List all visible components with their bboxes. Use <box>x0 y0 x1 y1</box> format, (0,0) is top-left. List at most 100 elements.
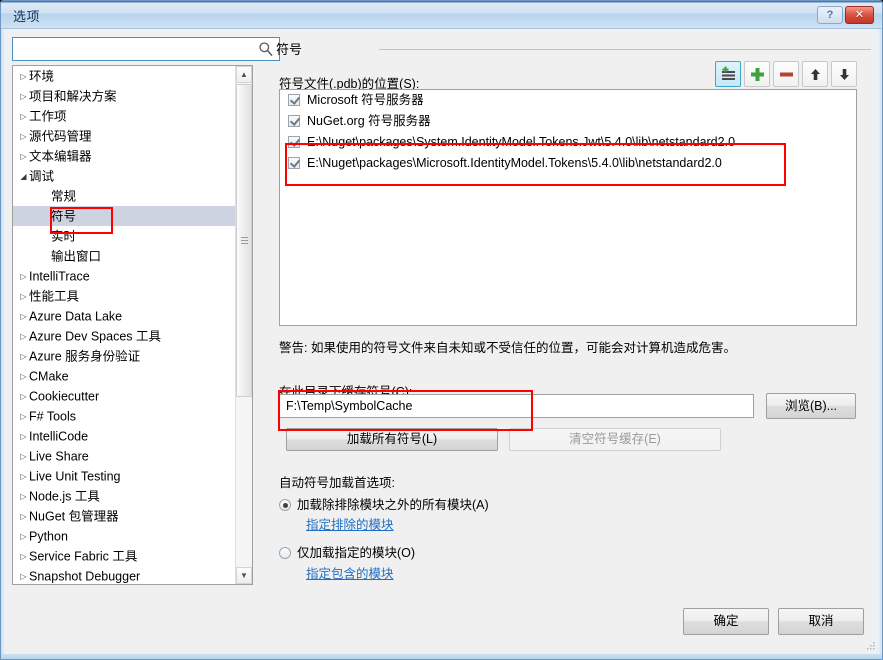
checkbox-checked-icon[interactable] <box>288 157 300 169</box>
search-input[interactable] <box>17 40 253 60</box>
chevron-right-icon[interactable]: ▷ <box>18 387 29 407</box>
search-box[interactable] <box>12 37 280 61</box>
scrollbar-thumb[interactable] <box>236 84 252 397</box>
sidebar-item-3[interactable]: ▷ 源代码管理 <box>13 126 252 146</box>
chevron-right-icon[interactable]: ▷ <box>18 127 29 147</box>
sidebar-item-label: Azure Dev Spaces 工具 <box>29 329 161 344</box>
sidebar-item-25[interactable]: ▷ Snapshot Debugger <box>13 566 252 584</box>
close-button[interactable]: ✕ <box>845 6 874 24</box>
sidebar-item-23[interactable]: ▷ Python <box>13 526 252 546</box>
sidebar-item-21[interactable]: ▷ Node.js 工具 <box>13 486 252 506</box>
sidebar-item-label: CMake <box>29 369 69 384</box>
sidebar-item-9[interactable]: 输出窗口 <box>13 246 252 266</box>
sidebar-item-14[interactable]: ▷ Azure 服务身份验证 <box>13 346 252 366</box>
browse-button[interactable]: 浏览(B)... <box>766 393 856 419</box>
chevron-right-icon[interactable]: ▷ <box>18 267 29 287</box>
chevron-right-icon[interactable]: ▷ <box>18 327 29 347</box>
chevron-right-icon[interactable]: ▷ <box>18 287 29 307</box>
remove-location-button[interactable] <box>773 61 799 87</box>
tree-scrollbar[interactable]: ▲ ▼ <box>235 66 252 584</box>
sidebar-item-label: 符号 <box>51 209 77 224</box>
sidebar-item-12[interactable]: ▷ Azure Data Lake <box>13 306 252 326</box>
checkbox-checked-icon[interactable] <box>288 115 300 127</box>
chevron-right-icon[interactable]: ▷ <box>18 307 29 327</box>
chevron-right-icon[interactable]: ▷ <box>18 467 29 487</box>
checkbox-checked-icon[interactable] <box>288 94 300 106</box>
radio-load-only-specified[interactable]: 仅加载指定的模块(O) <box>279 542 415 561</box>
chevron-right-icon[interactable]: ▷ <box>18 447 29 467</box>
chevron-down-icon[interactable]: ◢ <box>18 167 29 187</box>
move-down-button[interactable] <box>831 61 857 87</box>
sidebar-item-10[interactable]: ▷ IntelliTrace <box>13 266 252 286</box>
sidebar-item-2[interactable]: ▷ 工作项 <box>13 106 252 126</box>
chevron-right-icon[interactable]: ▷ <box>18 347 29 367</box>
chevron-right-icon[interactable]: ▷ <box>18 407 29 427</box>
help-button[interactable]: ? <box>817 6 843 24</box>
chevron-right-icon[interactable]: ▷ <box>18 507 29 527</box>
sidebar-item-24[interactable]: ▷ Service Fabric 工具 <box>13 546 252 566</box>
sidebar-item-1[interactable]: ▷ 项目和解决方案 <box>13 86 252 106</box>
sidebar-item-8[interactable]: 实时 <box>13 226 252 246</box>
search-icon <box>259 42 273 57</box>
add-icon <box>745 62 769 86</box>
sidebar-item-15[interactable]: ▷ CMake <box>13 366 252 386</box>
symbol-location-row[interactable]: Microsoft 符号服务器 <box>280 90 856 111</box>
sidebar-item-label: IntelliCode <box>29 429 89 444</box>
chevron-right-icon[interactable]: ▷ <box>18 427 29 447</box>
sidebar-item-22[interactable]: ▷ NuGet 包管理器 <box>13 506 252 526</box>
sidebar-item-label: Node.js 工具 <box>29 489 100 504</box>
sidebar-item-16[interactable]: ▷ Cookiecutter <box>13 386 252 406</box>
sidebar-item-4[interactable]: ▷ 文本编辑器 <box>13 146 252 166</box>
checkbox-checked-icon[interactable] <box>288 136 300 148</box>
symbol-location-row[interactable]: E:\Nuget\packages\Microsoft.IdentityMode… <box>280 153 856 174</box>
chevron-right-icon[interactable]: ▷ <box>18 567 29 584</box>
radio-load-all-except-excluded[interactable]: 加载除排除模块之外的所有模块(A) <box>279 494 489 513</box>
resize-grip-icon[interactable] <box>866 641 876 651</box>
chevron-right-icon[interactable]: ▷ <box>18 547 29 567</box>
sidebar-item-7[interactable]: 符号 <box>13 206 252 226</box>
symbol-location-row[interactable]: NuGet.org 符号服务器 <box>280 111 856 132</box>
chevron-right-icon[interactable]: ▷ <box>18 107 29 127</box>
sidebar-item-label: 文本编辑器 <box>29 149 92 164</box>
specify-included-modules-link[interactable]: 指定包含的模块 <box>306 563 394 582</box>
sidebar-item-6[interactable]: 常规 <box>13 186 252 206</box>
sidebar-item-label: 源代码管理 <box>29 129 92 144</box>
sidebar-item-label: NuGet 包管理器 <box>29 509 119 524</box>
scroll-up-arrow-icon[interactable]: ▲ <box>236 66 252 83</box>
sidebar-item-0[interactable]: ▷ 环境 <box>13 66 252 86</box>
sidebar-item-13[interactable]: ▷ Azure Dev Spaces 工具 <box>13 326 252 346</box>
cancel-button[interactable]: 取消 <box>778 608 864 635</box>
ok-button[interactable]: 确定 <box>683 608 769 635</box>
sidebar-item-20[interactable]: ▷ Live Unit Testing <box>13 466 252 486</box>
new-location-button[interactable] <box>715 61 741 87</box>
sidebar-item-label: Cookiecutter <box>29 389 100 404</box>
chevron-right-icon[interactable]: ▷ <box>18 87 29 107</box>
chevron-right-icon[interactable]: ▷ <box>18 67 29 87</box>
specify-excluded-modules-link[interactable]: 指定排除的模块 <box>306 514 394 533</box>
sidebar-item-5[interactable]: ◢ 调试 <box>13 166 252 186</box>
sidebar-item-17[interactable]: ▷ F# Tools <box>13 406 252 426</box>
chevron-right-icon[interactable]: ▷ <box>18 147 29 167</box>
symbol-location-label: E:\Nuget\packages\Microsoft.IdentityMode… <box>307 156 722 171</box>
move-up-button[interactable] <box>802 61 828 87</box>
chevron-right-icon[interactable]: ▷ <box>18 367 29 387</box>
sidebar-item-18[interactable]: ▷ IntelliCode <box>13 426 252 446</box>
sidebar-item-label: Live Share <box>29 449 89 464</box>
load-all-symbols-button[interactable]: 加载所有符号(L) <box>286 428 498 451</box>
cache-directory-input[interactable] <box>279 394 754 418</box>
scroll-down-arrow-icon[interactable]: ▼ <box>236 567 252 584</box>
options-tree[interactable]: ▷ 环境 ▷ 项目和解决方案 ▷ 工作项 ▷ 源代码管理 ▷ 文本编辑器 ◢ 调试 常规 符号 实时 输出窗口… <box>12 65 253 585</box>
symbol-locations-list[interactable]: Microsoft 符号服务器 NuGet.org 符号服务器 E:\Nuget\p… <box>279 89 857 326</box>
chevron-right-icon[interactable]: ▷ <box>18 487 29 507</box>
sidebar-item-label: Azure Data Lake <box>29 309 123 324</box>
window-border-right <box>878 29 882 659</box>
title-bar: 选项 ? ✕ <box>1 1 882 29</box>
symbol-location-label: NuGet.org 符号服务器 <box>307 114 431 129</box>
clear-symbol-cache-button[interactable]: 清空符号缓存(E) <box>509 428 721 451</box>
symbol-location-row[interactable]: E:\Nuget\packages\System.IdentityModel.T… <box>280 132 856 153</box>
sidebar-item-19[interactable]: ▷ Live Share <box>13 446 252 466</box>
sidebar-item-11[interactable]: ▷ 性能工具 <box>13 286 252 306</box>
chevron-right-icon[interactable]: ▷ <box>18 527 29 547</box>
add-location-button[interactable] <box>744 61 770 87</box>
radio-load-all-label: 加载除排除模块之外的所有模块(A) <box>297 498 489 512</box>
